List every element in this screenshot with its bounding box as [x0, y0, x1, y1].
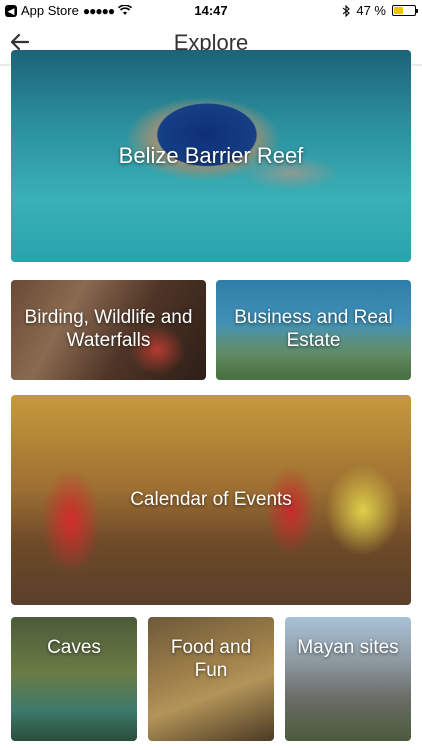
tile-calendar-of-events[interactable]: Calendar of Events: [11, 395, 411, 605]
status-bar: ◀ App Store ●●●●● 14:47 47 %: [0, 0, 422, 22]
battery-fill: [394, 7, 403, 14]
tile-label: Business and Real Estate: [234, 307, 393, 351]
tile-image: [285, 617, 411, 741]
tile-label: Mayan sites: [297, 637, 399, 658]
tile-label: Food and Fun: [170, 637, 252, 681]
battery-percent: 47 %: [356, 3, 386, 18]
tile-label: Caves: [47, 637, 101, 658]
tile-label: Belize Barrier Reef: [118, 142, 304, 168]
tile-business-real-estate[interactable]: Business and Real Estate: [216, 280, 411, 380]
tile-image: [11, 617, 137, 741]
tile-label: Birding, Wildlife and Waterfalls: [24, 307, 193, 351]
bluetooth-icon: [343, 4, 351, 17]
tile-mayan-sites[interactable]: Mayan sites: [285, 617, 411, 741]
battery-icon: [392, 5, 418, 16]
tile-food-and-fun[interactable]: Food and Fun: [148, 617, 274, 741]
tile-belize-barrier-reef[interactable]: Belize Barrier Reef: [11, 50, 411, 262]
tile-caves[interactable]: Caves: [11, 617, 137, 741]
status-right: 47 %: [342, 3, 418, 18]
tile-label: Calendar of Events: [130, 488, 292, 510]
tile-birding-wildlife-waterfalls[interactable]: Birding, Wildlife and Waterfalls: [11, 280, 206, 380]
